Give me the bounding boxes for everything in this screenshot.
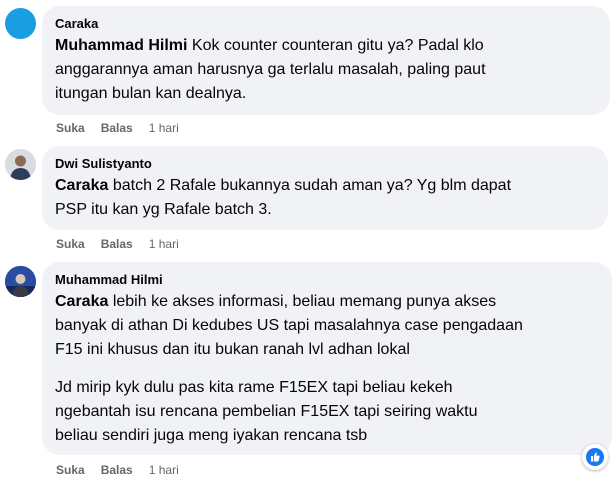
reaction-badge[interactable] xyxy=(582,444,608,470)
thumbs-up-icon xyxy=(586,448,604,466)
comment-timestamp[interactable]: 1 hari xyxy=(149,236,179,252)
comment-text: Muhammad Hilmi Kok counter counteran git… xyxy=(55,37,486,102)
comment-actions: Suka Balas 1 hari xyxy=(56,120,179,136)
comment-timestamp[interactable]: 1 hari xyxy=(149,120,179,136)
comment-text: Caraka lebih ke akses informasi, beliau … xyxy=(55,293,523,444)
reply-button[interactable]: Balas xyxy=(101,120,133,136)
comment-author[interactable]: Dwi Sulistyanto xyxy=(55,155,595,172)
comment-bubble: Dwi Sulistyanto Caraka batch 2 Rafale bu… xyxy=(42,146,608,230)
comment-bubble: Caraka Muhammad Hilmi Kok counter counte… xyxy=(42,6,610,115)
like-button[interactable]: Suka xyxy=(56,120,85,136)
avatar-muhammad-hilmi[interactable] xyxy=(5,266,36,297)
like-button[interactable]: Suka xyxy=(56,236,85,252)
mention-link[interactable]: Caraka xyxy=(55,293,108,310)
person-photo-icon xyxy=(5,266,36,297)
avatar-caraka[interactable] xyxy=(5,8,36,39)
reply-button[interactable]: Balas xyxy=(101,236,133,252)
comment-author[interactable]: Muhammad Hilmi xyxy=(55,271,599,288)
comment-actions: Suka Balas 1 hari xyxy=(56,462,179,478)
mention-link[interactable]: Caraka xyxy=(55,177,108,194)
person-photo-icon xyxy=(5,149,36,180)
avatar-dwi-sulistyanto[interactable] xyxy=(5,149,36,180)
mention-link[interactable]: Muhammad Hilmi xyxy=(55,37,187,54)
reply-button[interactable]: Balas xyxy=(101,462,133,478)
comment-text: Caraka batch 2 Rafale bukannya sudah ama… xyxy=(55,177,512,218)
comment-bubble: Muhammad Hilmi Caraka lebih ke akses inf… xyxy=(42,262,612,455)
comment-author[interactable]: Caraka xyxy=(55,15,597,32)
like-button[interactable]: Suka xyxy=(56,462,85,478)
comment-timestamp[interactable]: 1 hari xyxy=(149,462,179,478)
comment-actions: Suka Balas 1 hari xyxy=(56,236,179,252)
